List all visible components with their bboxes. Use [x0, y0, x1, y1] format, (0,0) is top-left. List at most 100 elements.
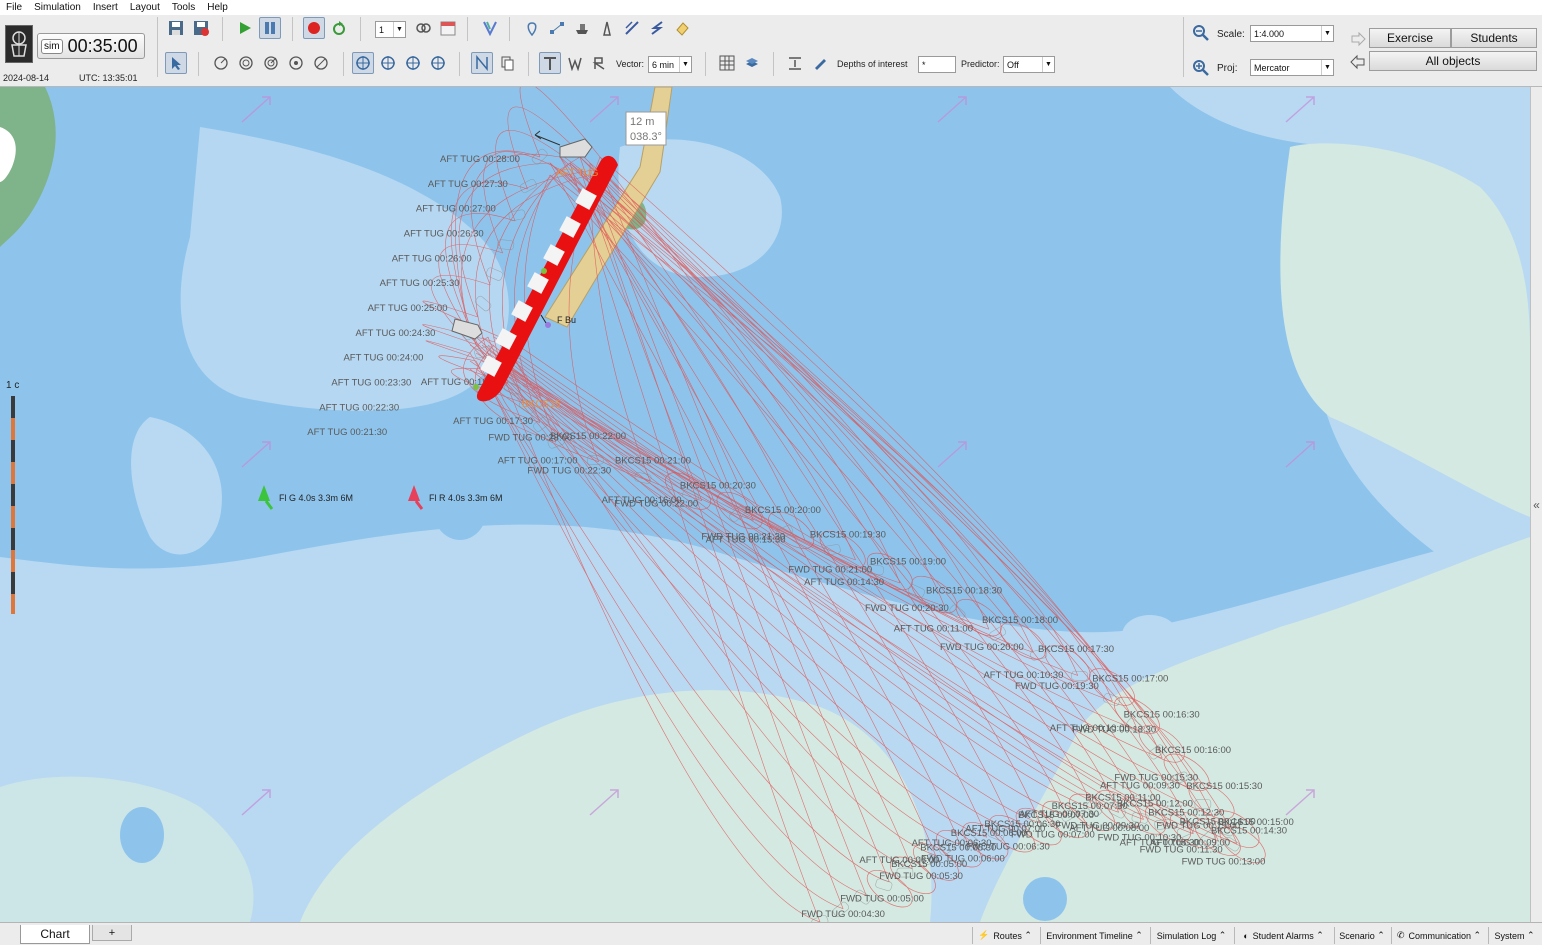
menu-help[interactable]: Help: [201, 2, 234, 13]
track-label: AFT TUG 00:27:30: [428, 179, 508, 190]
depths-input[interactable]: *: [918, 56, 956, 73]
predictor-label: Predictor:: [961, 59, 1000, 69]
track-label: BKCS15 00:17:30: [1038, 644, 1114, 655]
track-label: AFT TUG 00:27:00: [416, 204, 496, 215]
pencil-icon[interactable]: [809, 52, 831, 74]
track-label: FWD TUG 00:21:00: [788, 565, 872, 576]
pause-icon[interactable]: [259, 17, 281, 39]
save-icon[interactable]: [165, 17, 187, 39]
alarm-icon: ◐: [1243, 930, 1249, 941]
panel-environment-timeline[interactable]: Environment Timeline ⌃: [1040, 927, 1148, 944]
track-label: BKCS15 00:18:30: [926, 586, 1002, 597]
select-cursor-icon[interactable]: [165, 52, 187, 74]
menu-simulation[interactable]: Simulation: [28, 2, 87, 13]
forward-arrow-icon[interactable]: [1347, 28, 1369, 50]
range-ring-5-icon[interactable]: [310, 52, 332, 74]
panel-scenario[interactable]: Scenario ⌃: [1334, 927, 1389, 944]
water-vector-icon[interactable]: [564, 52, 586, 74]
track-label: BKCS15 00:18:00: [982, 615, 1058, 626]
chart-map[interactable]: AFT TUG 00:28:00 AFT TUG 00:27:30 AFT TUG …: [0, 87, 1530, 922]
eraser-icon[interactable]: [671, 17, 693, 39]
north-arrow-icon[interactable]: [471, 52, 493, 74]
red-buoy-label: Fl R 4.0s 3.3m 6M: [429, 493, 503, 503]
panel-system[interactable]: System ⌃: [1488, 927, 1540, 944]
waypoint-icon[interactable]: [521, 17, 543, 39]
students-button[interactable]: Students: [1451, 28, 1537, 48]
all-objects-button[interactable]: All objects: [1369, 51, 1537, 71]
head-up-icon[interactable]: [427, 52, 449, 74]
panel-communication[interactable]: ✆ Communication ⌃: [1391, 927, 1486, 944]
wind-tool-icon[interactable]: [479, 17, 501, 39]
menu-tools[interactable]: Tools: [166, 2, 201, 13]
chart-canvas[interactable]: AFT TUG 00:28:00 AFT TUG 00:27:30 AFT TUG …: [0, 87, 1530, 922]
true-vector-icon[interactable]: [539, 52, 561, 74]
track-label: FWD TUG 00:23:00: [488, 433, 572, 444]
range-ring-1-icon[interactable]: [210, 52, 232, 74]
center-view-icon[interactable]: [352, 52, 374, 74]
tab-chart[interactable]: Chart: [20, 925, 90, 944]
back-arrow-icon[interactable]: [1347, 51, 1369, 73]
center-ship-icon[interactable]: [377, 52, 399, 74]
range-ring-4-icon[interactable]: [285, 52, 307, 74]
track-label: AFT TUG 00:17:30: [453, 416, 533, 427]
sim-time: 00:35:00: [67, 35, 138, 56]
play-icon[interactable]: [234, 17, 256, 39]
green-buoy-label: Fl G 4.0s 3.3m 6M: [279, 493, 353, 503]
track-label: FWD TUG 00:04:30: [801, 909, 885, 920]
vessel-label: BKCS15: [522, 399, 561, 410]
track-label: AFT TUG 00:25:00: [368, 303, 448, 314]
depths-label: Depths of interest: [837, 59, 908, 69]
replay-icon[interactable]: [328, 17, 350, 39]
line-tool-icon[interactable]: [621, 17, 643, 39]
track-label: AFT TUG 00:26:00: [392, 253, 472, 264]
route-icon[interactable]: [546, 17, 568, 39]
add-tab-button[interactable]: +: [92, 925, 132, 941]
track-label: FWD TUG 00:20:00: [940, 642, 1024, 653]
track-label: FWD TUG 00:13:00: [1182, 857, 1266, 868]
record-icon[interactable]: [303, 17, 325, 39]
track-label: AFT TUG 00:21:30: [307, 427, 387, 438]
utc-time: UTC: 13:35:01: [79, 73, 138, 83]
track-label: FWD TUG 00:22:30: [527, 466, 611, 477]
track-label: FWD TUG 00:15:00: [1156, 821, 1240, 832]
track-label: FWD TUG 00:20:30: [865, 603, 949, 614]
proj-select[interactable]: Mercator ▼: [1250, 59, 1334, 76]
depth-icon[interactable]: [784, 52, 806, 74]
grid-icon[interactable]: [716, 52, 738, 74]
save-as-icon[interactable]: [190, 17, 212, 39]
phone-icon: ✆: [1396, 930, 1405, 940]
zigzag-tool-icon[interactable]: [646, 17, 668, 39]
menu-insert[interactable]: Insert: [87, 2, 124, 13]
zoom-in-icon[interactable]: [1190, 57, 1212, 79]
scale-select[interactable]: 1:4.000 ▼: [1250, 25, 1334, 42]
menu-bar: File Simulation Insert Layout Tools Help: [0, 0, 1542, 15]
exercise-button[interactable]: Exercise: [1369, 28, 1451, 48]
layers-tool-icon[interactable]: [496, 52, 518, 74]
predictor-select[interactable]: Off ▼: [1003, 56, 1055, 73]
range-ring-3-icon[interactable]: [260, 52, 282, 74]
layers-icon[interactable]: [741, 52, 763, 74]
side-panel-toggle[interactable]: «: [1530, 87, 1542, 922]
speed-select[interactable]: 1 ▼: [375, 21, 406, 38]
track-label: AFT TUG 00:23:30: [331, 377, 411, 388]
vector-select[interactable]: 6 min ▼: [648, 56, 692, 73]
range-ring-2-icon[interactable]: [235, 52, 257, 74]
track-label: AFT TUG 00:25:30: [380, 278, 460, 289]
weather-icon[interactable]: [412, 17, 434, 39]
track-label: FWD TUG 00:07:00: [1011, 829, 1095, 840]
ship-tool-icon[interactable]: [571, 17, 593, 39]
calendar-icon[interactable]: [437, 17, 459, 39]
relative-vector-icon[interactable]: [589, 52, 611, 74]
track-label: AFT TUG 00:10:30: [983, 670, 1063, 681]
zoom-out-icon[interactable]: [1190, 22, 1212, 44]
panel-simulation-log[interactable]: Simulation Log ⌃: [1150, 927, 1232, 944]
beacon-icon[interactable]: [596, 17, 618, 39]
north-up-icon[interactable]: [402, 52, 424, 74]
sim-clock: sim 00:35:00: [37, 33, 145, 59]
panel-routes[interactable]: ⚡ Routes ⌃: [972, 927, 1037, 944]
menu-layout[interactable]: Layout: [124, 2, 166, 13]
track-label: FWD TUG 00:21:30: [701, 532, 785, 543]
vessel-label: AFT TUG: [556, 168, 599, 179]
panel-student-alarms[interactable]: ◐ Student Alarms ⌃: [1234, 927, 1332, 944]
menu-file[interactable]: File: [0, 2, 28, 13]
